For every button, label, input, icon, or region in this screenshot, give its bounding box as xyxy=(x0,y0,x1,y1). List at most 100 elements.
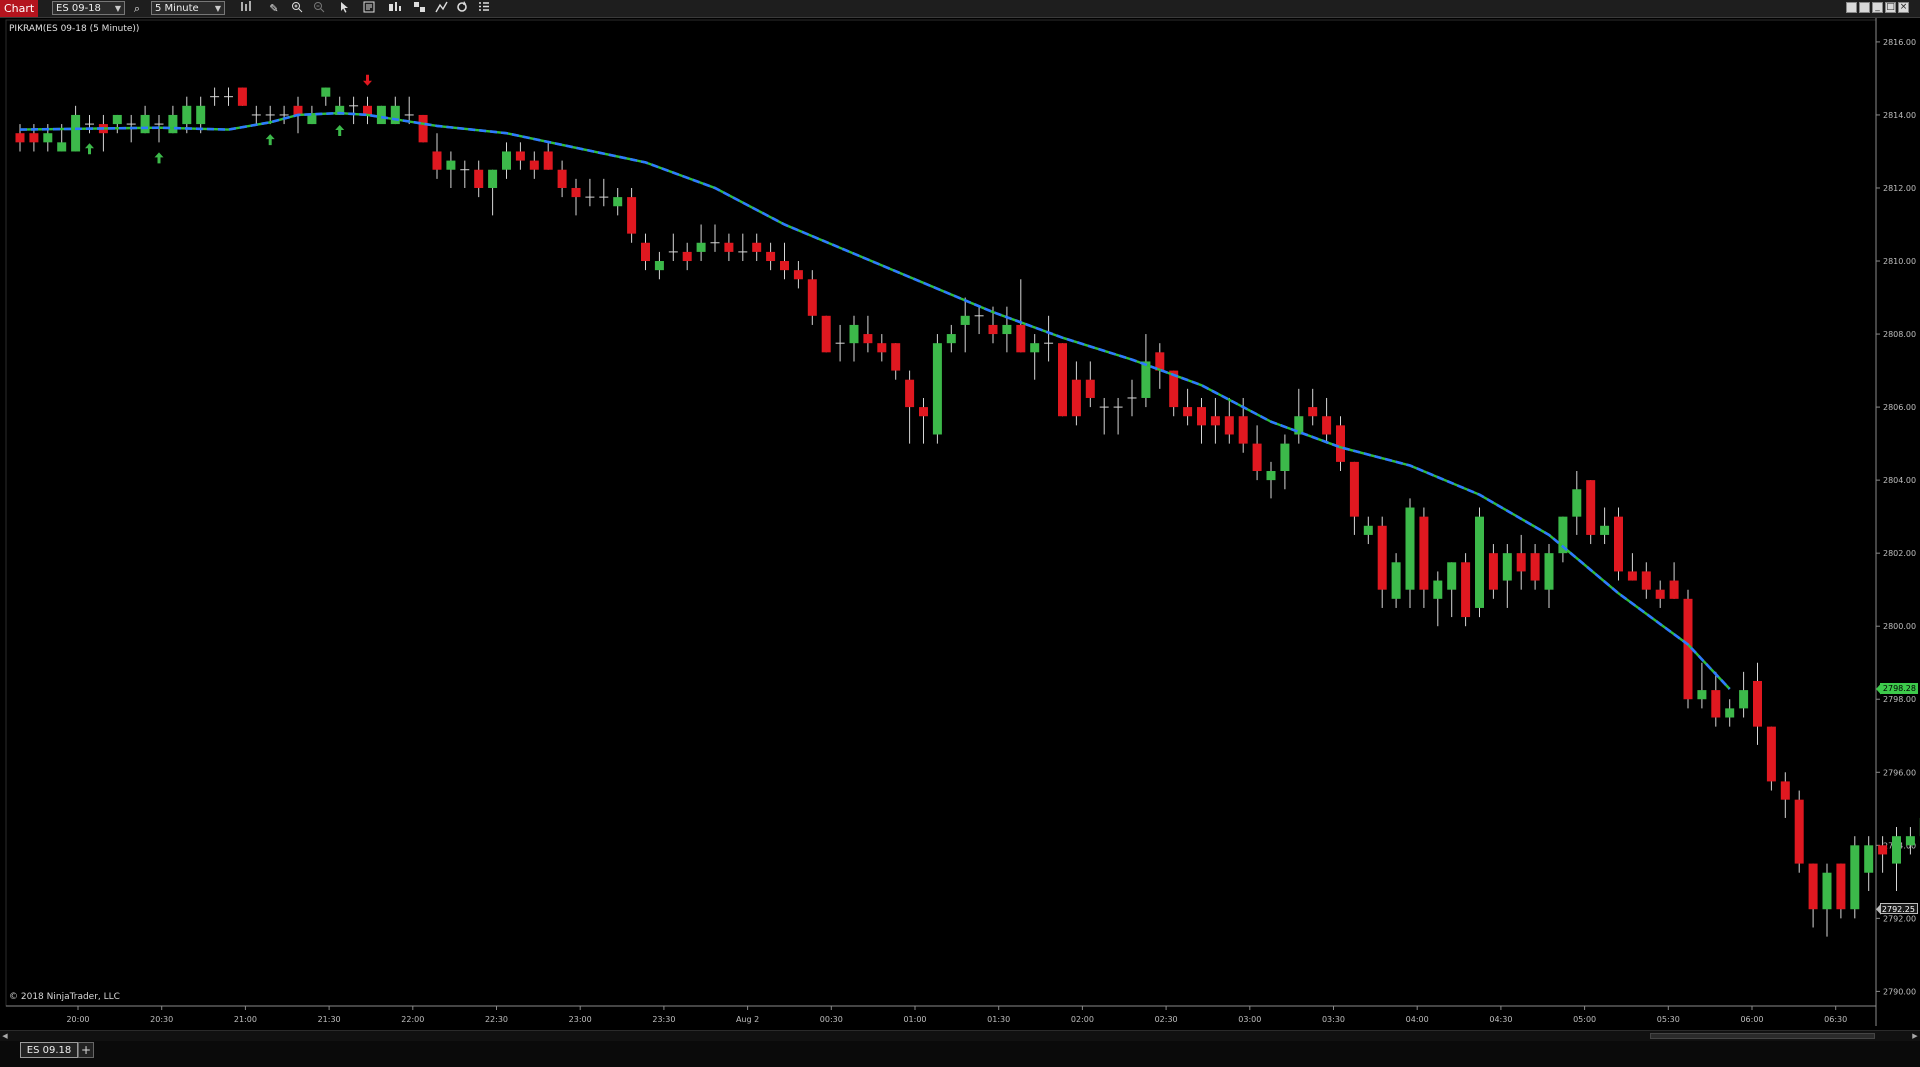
candle-body xyxy=(1502,553,1512,581)
time-axis-label: 22:30 xyxy=(485,1015,508,1024)
candle-body xyxy=(168,114,178,134)
moving-average-line-green xyxy=(19,111,1731,690)
candle-body xyxy=(1085,379,1095,398)
pointer-icon[interactable] xyxy=(337,1,353,16)
draw-tools-icon[interactable] xyxy=(411,1,427,16)
link-windows-icon[interactable] xyxy=(1859,2,1870,13)
instrument-tab[interactable]: ES 09.18 xyxy=(20,1042,78,1058)
candle-body xyxy=(1447,562,1457,590)
close-icon[interactable]: × xyxy=(1898,2,1909,13)
candle-body xyxy=(1544,553,1554,590)
candle-body xyxy=(821,315,831,353)
chevron-down-icon: ▼ xyxy=(214,4,221,13)
tile-windows-icon[interactable] xyxy=(1846,2,1857,13)
candle-body xyxy=(1475,516,1484,608)
candle-body xyxy=(1308,407,1318,417)
candle-body xyxy=(807,279,817,316)
candle-body xyxy=(1002,324,1012,335)
zoom-out-icon[interactable] xyxy=(311,1,327,16)
candle-body xyxy=(1252,443,1262,472)
search-icon[interactable]: ⌕ xyxy=(129,1,145,16)
instrument-selector[interactable]: ES 09-18 ▼ xyxy=(52,1,125,15)
candle-body xyxy=(863,334,873,344)
candle-body xyxy=(946,334,956,344)
candle-body xyxy=(112,114,122,125)
chart-window-tab[interactable]: Chart xyxy=(0,0,38,17)
menu-list-icon[interactable] xyxy=(476,1,492,16)
time-axis-label: 20:30 xyxy=(150,1015,173,1024)
properties-icon[interactable] xyxy=(433,1,449,16)
candle-body xyxy=(1766,726,1776,782)
candle-body xyxy=(1322,416,1332,435)
candle-body xyxy=(1780,781,1790,800)
candle-body xyxy=(1071,379,1081,417)
bar-type-icon[interactable] xyxy=(238,1,254,16)
time-axis-label: 22:00 xyxy=(401,1015,424,1024)
add-tab-icon[interactable]: + xyxy=(78,1042,94,1058)
candle-body xyxy=(307,114,317,125)
time-axis-label: 23:30 xyxy=(652,1015,675,1024)
buy-signal-arrow xyxy=(335,124,345,136)
draw-tools-icon-glyph xyxy=(413,2,425,12)
time-axis-label: 21:00 xyxy=(234,1015,257,1024)
chart-toolbar: Chart ES 09-18 ▼ ⌕ 5 Minute ▼ ✎ _ □ × xyxy=(0,0,1920,18)
candle-body xyxy=(627,197,637,234)
scroll-left-icon[interactable]: ◀ xyxy=(0,1031,10,1041)
candle-body xyxy=(390,105,400,125)
candle-body xyxy=(571,187,581,198)
candle-body xyxy=(1405,507,1415,590)
time-axis-label: 03:30 xyxy=(1322,1015,1345,1024)
buy-signal-arrow xyxy=(154,152,164,164)
candle-body xyxy=(1725,708,1735,718)
plot-frame xyxy=(5,19,1877,1007)
data-box-icon[interactable] xyxy=(361,1,377,16)
data-box-icon-glyph xyxy=(363,1,375,13)
candle-body xyxy=(1058,343,1067,417)
indicator-label: PIKRAM(ES 09-18 (5 Minute)) xyxy=(9,24,140,34)
candle-body xyxy=(140,114,150,134)
candle-body xyxy=(1280,443,1290,472)
candle-body xyxy=(1488,553,1498,590)
strategy-icon[interactable] xyxy=(387,1,403,16)
zoom-in-icon[interactable] xyxy=(289,1,305,16)
time-axis-label: 05:00 xyxy=(1573,1015,1596,1024)
horizontal-scrollbar[interactable]: ◀ ▶ xyxy=(0,1030,1920,1041)
interval-selector[interactable]: 5 Minute ▼ xyxy=(151,1,225,15)
reload-icon[interactable] xyxy=(454,1,470,16)
candle-body xyxy=(613,197,623,207)
strategy-icon-glyph xyxy=(389,2,401,11)
candle-body xyxy=(1627,571,1637,581)
candle-body xyxy=(1878,845,1888,855)
price-axis-label: 2810.00 xyxy=(1883,257,1916,266)
price-axis-label: 2812.00 xyxy=(1883,184,1916,193)
candle-body xyxy=(682,251,692,262)
candle-body xyxy=(1822,872,1832,910)
price-axis-label: 2798.00 xyxy=(1883,695,1916,704)
candle-body xyxy=(988,324,998,335)
candle-body xyxy=(1363,525,1373,535)
maximize-icon[interactable]: □ xyxy=(1885,2,1896,13)
zoom-in-icon-glyph xyxy=(292,2,303,13)
time-axis-label: 21:30 xyxy=(318,1015,341,1024)
candle-body xyxy=(919,407,928,417)
candle-body xyxy=(557,169,567,188)
candle-body xyxy=(432,151,442,170)
candle-body xyxy=(1391,562,1401,599)
minimize-icon[interactable]: _ xyxy=(1872,2,1883,13)
price-chart[interactable]: 2816.00 2814.00 2812.00 2810.00 2808.00 2806.… xyxy=(0,18,1920,1030)
menu-list-icon-glyph xyxy=(479,2,489,11)
time-axis-label: 05:30 xyxy=(1657,1015,1680,1024)
candle-body xyxy=(849,324,859,344)
zoom-out-icon-glyph xyxy=(314,2,325,13)
candle-body xyxy=(71,114,81,152)
candle-body xyxy=(182,105,192,125)
candle-body xyxy=(1864,845,1874,873)
scroll-right-icon[interactable]: ▶ xyxy=(1910,1031,1920,1041)
scroll-thumb[interactable] xyxy=(1650,1033,1875,1039)
candle-body xyxy=(1808,863,1818,910)
candle-body xyxy=(1349,461,1359,517)
candle-body xyxy=(1753,680,1762,727)
pencil-icon[interactable]: ✎ xyxy=(266,1,282,16)
candle-body xyxy=(1586,480,1596,535)
candle-body xyxy=(418,114,428,143)
